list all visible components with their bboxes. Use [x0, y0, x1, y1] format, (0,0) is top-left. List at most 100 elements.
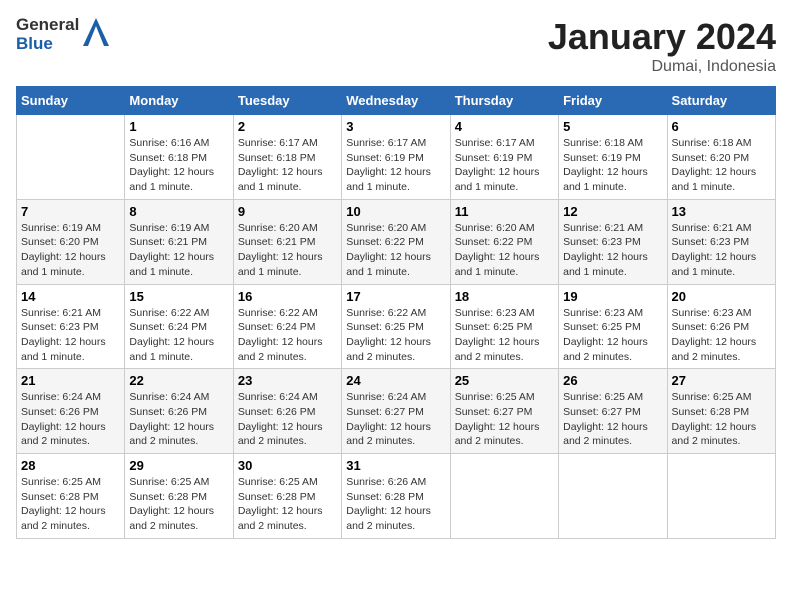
- day-info: Sunrise: 6:22 AMSunset: 6:24 PMDaylight:…: [238, 306, 337, 365]
- calendar-header-thursday: Thursday: [450, 87, 558, 115]
- day-info: Sunrise: 6:22 AMSunset: 6:25 PMDaylight:…: [346, 306, 445, 365]
- calendar-week-row: 28Sunrise: 6:25 AMSunset: 6:28 PMDayligh…: [17, 454, 776, 539]
- calendar-cell: 27 Sunrise: 6:25 AMSunset: 6:28 PMDayligh…: [667, 369, 775, 454]
- day-number: 1: [129, 119, 228, 134]
- calendar-week-row: 14 Sunrise: 6:21 AMSunset: 6:23 PMDayligh…: [17, 284, 776, 369]
- day-number: 21: [21, 373, 120, 388]
- day-number: 25: [455, 373, 554, 388]
- location-subtitle: Dumai, Indonesia: [548, 58, 776, 76]
- calendar-cell: 17 Sunrise: 6:22 AMSunset: 6:25 PMDayligh…: [342, 284, 450, 369]
- day-info: Sunrise: 6:24 AMSunset: 6:26 PMDaylight:…: [21, 390, 120, 449]
- day-info: Sunrise: 6:19 AMSunset: 6:21 PMDaylight:…: [129, 221, 228, 280]
- calendar-cell: [17, 115, 125, 200]
- calendar-header-row: SundayMondayTuesdayWednesdayThursdayFrid…: [17, 87, 776, 115]
- calendar-cell: 6 Sunrise: 6:18 AMSunset: 6:20 PMDaylight…: [667, 115, 775, 200]
- day-info: Sunrise: 6:24 AMSunset: 6:26 PMDaylight:…: [238, 390, 337, 449]
- day-number: 27: [672, 373, 771, 388]
- day-info: Sunrise: 6:23 AMSunset: 6:25 PMDaylight:…: [455, 306, 554, 365]
- day-info: Sunrise: 6:21 AMSunset: 6:23 PMDaylight:…: [21, 306, 120, 365]
- logo: General Blue: [16, 16, 109, 53]
- calendar-cell: 19Sunrise: 6:23 AMSunset: 6:25 PMDayligh…: [559, 284, 667, 369]
- logo-general-text: General: [16, 16, 79, 35]
- calendar-cell: 28Sunrise: 6:25 AMSunset: 6:28 PMDayligh…: [17, 454, 125, 539]
- calendar-cell: 30 Sunrise: 6:25 AMSunset: 6:28 PMDayligh…: [233, 454, 341, 539]
- day-info: Sunrise: 6:23 AMSunset: 6:25 PMDaylight:…: [563, 306, 662, 365]
- day-info: Sunrise: 6:25 AMSunset: 6:27 PMDaylight:…: [455, 390, 554, 449]
- calendar-cell: 11 Sunrise: 6:20 AMSunset: 6:22 PMDayligh…: [450, 199, 558, 284]
- calendar-cell: 8 Sunrise: 6:19 AMSunset: 6:21 PMDaylight…: [125, 199, 233, 284]
- day-number: 26: [563, 373, 662, 388]
- day-info: Sunrise: 6:23 AMSunset: 6:26 PMDaylight:…: [672, 306, 771, 365]
- calendar-week-row: 7Sunrise: 6:19 AMSunset: 6:20 PMDaylight…: [17, 199, 776, 284]
- day-info: Sunrise: 6:21 AMSunset: 6:23 PMDaylight:…: [672, 221, 771, 280]
- calendar-cell: 2Sunrise: 6:17 AMSunset: 6:18 PMDaylight…: [233, 115, 341, 200]
- calendar-table: SundayMondayTuesdayWednesdayThursdayFrid…: [16, 86, 776, 539]
- calendar-cell: 29 Sunrise: 6:25 AMSunset: 6:28 PMDayligh…: [125, 454, 233, 539]
- day-number: 12: [563, 204, 662, 219]
- day-info: Sunrise: 6:25 AMSunset: 6:28 PMDaylight:…: [129, 475, 228, 534]
- day-info: Sunrise: 6:16 AMSunset: 6:18 PMDaylight:…: [129, 136, 228, 195]
- calendar-cell: 22 Sunrise: 6:24 AMSunset: 6:26 PMDayligh…: [125, 369, 233, 454]
- calendar-week-row: 1 Sunrise: 6:16 AMSunset: 6:18 PMDaylight…: [17, 115, 776, 200]
- day-number: 16: [238, 289, 337, 304]
- calendar-header-sunday: Sunday: [17, 87, 125, 115]
- day-info: Sunrise: 6:20 AMSunset: 6:21 PMDaylight:…: [238, 221, 337, 280]
- day-info: Sunrise: 6:18 AMSunset: 6:19 PMDaylight:…: [563, 136, 662, 195]
- calendar-cell: [450, 454, 558, 539]
- day-info: Sunrise: 6:22 AMSunset: 6:24 PMDaylight:…: [129, 306, 228, 365]
- calendar-cell: 24 Sunrise: 6:24 AMSunset: 6:27 PMDayligh…: [342, 369, 450, 454]
- calendar-cell: 31 Sunrise: 6:26 AMSunset: 6:28 PMDayligh…: [342, 454, 450, 539]
- day-number: 8: [129, 204, 228, 219]
- day-number: 22: [129, 373, 228, 388]
- calendar-cell: 1 Sunrise: 6:16 AMSunset: 6:18 PMDaylight…: [125, 115, 233, 200]
- calendar-header-tuesday: Tuesday: [233, 87, 341, 115]
- calendar-cell: 14 Sunrise: 6:21 AMSunset: 6:23 PMDayligh…: [17, 284, 125, 369]
- calendar-cell: 18 Sunrise: 6:23 AMSunset: 6:25 PMDayligh…: [450, 284, 558, 369]
- calendar-cell: 3Sunrise: 6:17 AMSunset: 6:19 PMDaylight…: [342, 115, 450, 200]
- day-number: 24: [346, 373, 445, 388]
- month-title: January 2024: [548, 16, 776, 58]
- calendar-body: 1 Sunrise: 6:16 AMSunset: 6:18 PMDaylight…: [17, 115, 776, 539]
- day-info: Sunrise: 6:24 AMSunset: 6:26 PMDaylight:…: [129, 390, 228, 449]
- calendar-cell: 13Sunrise: 6:21 AMSunset: 6:23 PMDayligh…: [667, 199, 775, 284]
- calendar-cell: [559, 454, 667, 539]
- calendar-cell: 12 Sunrise: 6:21 AMSunset: 6:23 PMDayligh…: [559, 199, 667, 284]
- calendar-cell: 7Sunrise: 6:19 AMSunset: 6:20 PMDaylight…: [17, 199, 125, 284]
- day-number: 14: [21, 289, 120, 304]
- calendar-cell: 16 Sunrise: 6:22 AMSunset: 6:24 PMDayligh…: [233, 284, 341, 369]
- calendar-cell: 23Sunrise: 6:24 AMSunset: 6:26 PMDayligh…: [233, 369, 341, 454]
- title-block: January 2024 Dumai, Indonesia: [548, 16, 776, 76]
- day-number: 31: [346, 458, 445, 473]
- calendar-cell: 10Sunrise: 6:20 AMSunset: 6:22 PMDayligh…: [342, 199, 450, 284]
- day-number: 18: [455, 289, 554, 304]
- day-number: 29: [129, 458, 228, 473]
- day-number: 20: [672, 289, 771, 304]
- day-info: Sunrise: 6:25 AMSunset: 6:28 PMDaylight:…: [21, 475, 120, 534]
- day-number: 5: [563, 119, 662, 134]
- day-number: 30: [238, 458, 337, 473]
- day-info: Sunrise: 6:25 AMSunset: 6:28 PMDaylight:…: [238, 475, 337, 534]
- day-info: Sunrise: 6:24 AMSunset: 6:27 PMDaylight:…: [346, 390, 445, 449]
- day-info: Sunrise: 6:20 AMSunset: 6:22 PMDaylight:…: [346, 221, 445, 280]
- day-number: 9: [238, 204, 337, 219]
- calendar-week-row: 21 Sunrise: 6:24 AMSunset: 6:26 PMDayligh…: [17, 369, 776, 454]
- day-info: Sunrise: 6:17 AMSunset: 6:18 PMDaylight:…: [238, 136, 337, 195]
- day-info: Sunrise: 6:25 AMSunset: 6:28 PMDaylight:…: [672, 390, 771, 449]
- day-number: 11: [455, 204, 554, 219]
- day-number: 6: [672, 119, 771, 134]
- day-info: Sunrise: 6:17 AMSunset: 6:19 PMDaylight:…: [346, 136, 445, 195]
- day-info: Sunrise: 6:18 AMSunset: 6:20 PMDaylight:…: [672, 136, 771, 195]
- day-number: 15: [129, 289, 228, 304]
- calendar-cell: 26Sunrise: 6:25 AMSunset: 6:27 PMDayligh…: [559, 369, 667, 454]
- day-info: Sunrise: 6:21 AMSunset: 6:23 PMDaylight:…: [563, 221, 662, 280]
- day-info: Sunrise: 6:17 AMSunset: 6:19 PMDaylight:…: [455, 136, 554, 195]
- day-info: Sunrise: 6:19 AMSunset: 6:20 PMDaylight:…: [21, 221, 120, 280]
- calendar-header-saturday: Saturday: [667, 87, 775, 115]
- day-info: Sunrise: 6:20 AMSunset: 6:22 PMDaylight:…: [455, 221, 554, 280]
- calendar-cell: [667, 454, 775, 539]
- calendar-cell: 15 Sunrise: 6:22 AMSunset: 6:24 PMDayligh…: [125, 284, 233, 369]
- day-info: Sunrise: 6:26 AMSunset: 6:28 PMDaylight:…: [346, 475, 445, 534]
- logo-blue-text: Blue: [16, 35, 79, 54]
- calendar-cell: 9 Sunrise: 6:20 AMSunset: 6:21 PMDaylight…: [233, 199, 341, 284]
- day-number: 17: [346, 289, 445, 304]
